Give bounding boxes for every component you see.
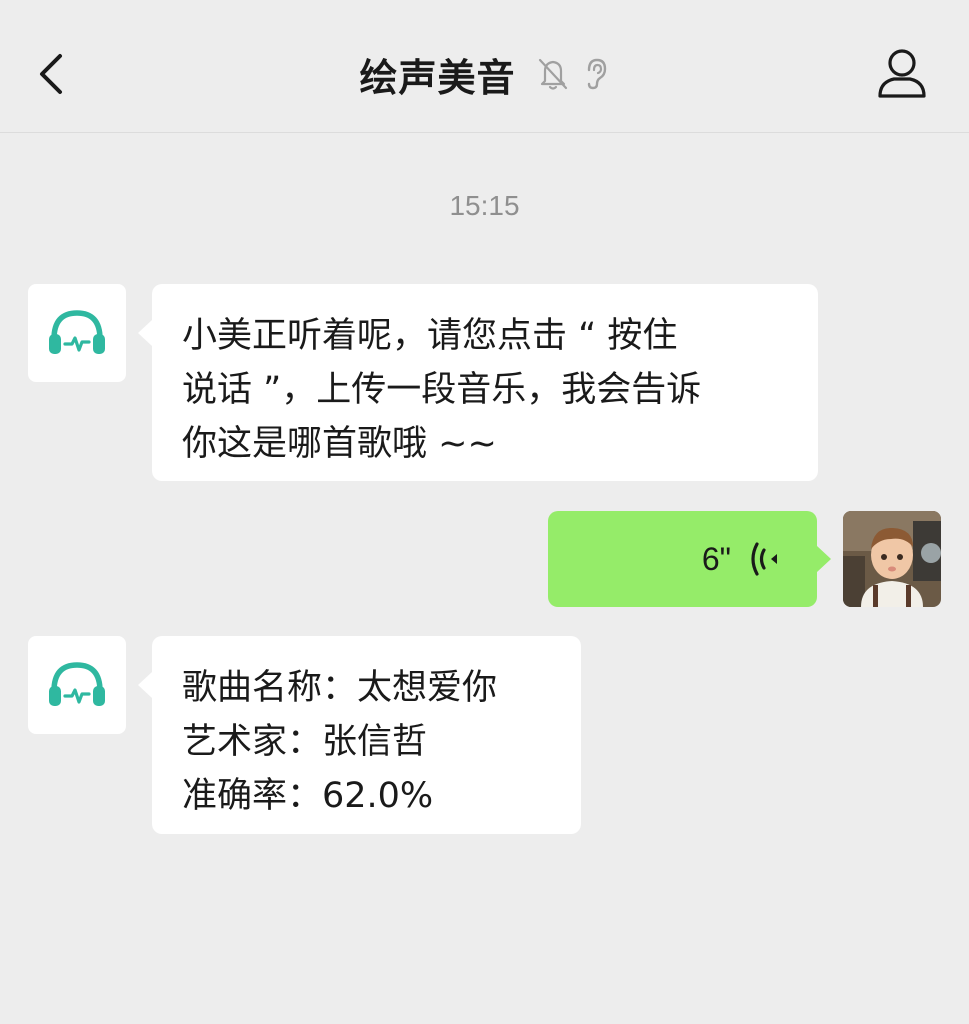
chat-title: 绘声美音 <box>359 55 516 100</box>
message-timestamp: 15:15 <box>449 190 520 221</box>
voice-wave-icon <box>751 542 777 576</box>
title-status-icons <box>536 56 610 92</box>
voice-message-bubble[interactable]: 6" <box>548 511 831 607</box>
artist-line: 艺术家：张信哲 <box>182 722 428 762</box>
person-icon <box>878 49 926 98</box>
song-name-line: 歌曲名称：太想爱你 <box>182 668 498 708</box>
message-text-line: 说话 ”，上传一段音乐，我会告诉 <box>182 370 702 410</box>
top-bar: 绘声美音 <box>0 0 969 133</box>
message-bubble-song-result[interactable]: 歌曲名称：太想爱你 艺术家：张信哲 准确率：62.0% <box>138 636 581 834</box>
user-photo <box>843 511 941 607</box>
message-bubble-bot-greeting[interactable]: 小美正听着呢，请您点击 “ 按住 说话 ”，上传一段音乐，我会告诉 你这是哪首歌… <box>138 284 818 481</box>
headphones-icon <box>49 662 105 706</box>
accuracy-line: 准确率：62.0% <box>182 776 434 816</box>
message-text-line: 你这是哪首歌哦 ~~ <box>182 424 497 464</box>
bot-avatar[interactable] <box>28 636 126 734</box>
title-area: 绘声美音 <box>0 46 969 102</box>
chat-info-button[interactable] <box>870 46 934 102</box>
ear-icon <box>587 58 606 90</box>
user-avatar[interactable] <box>843 511 941 607</box>
bot-avatar[interactable] <box>28 284 126 382</box>
bell-off-icon <box>538 58 567 90</box>
headphones-icon <box>49 310 105 354</box>
message-text-line: 小美正听着呢，请您点击 “ 按住 <box>182 316 678 356</box>
voice-duration: 6" <box>701 540 731 577</box>
